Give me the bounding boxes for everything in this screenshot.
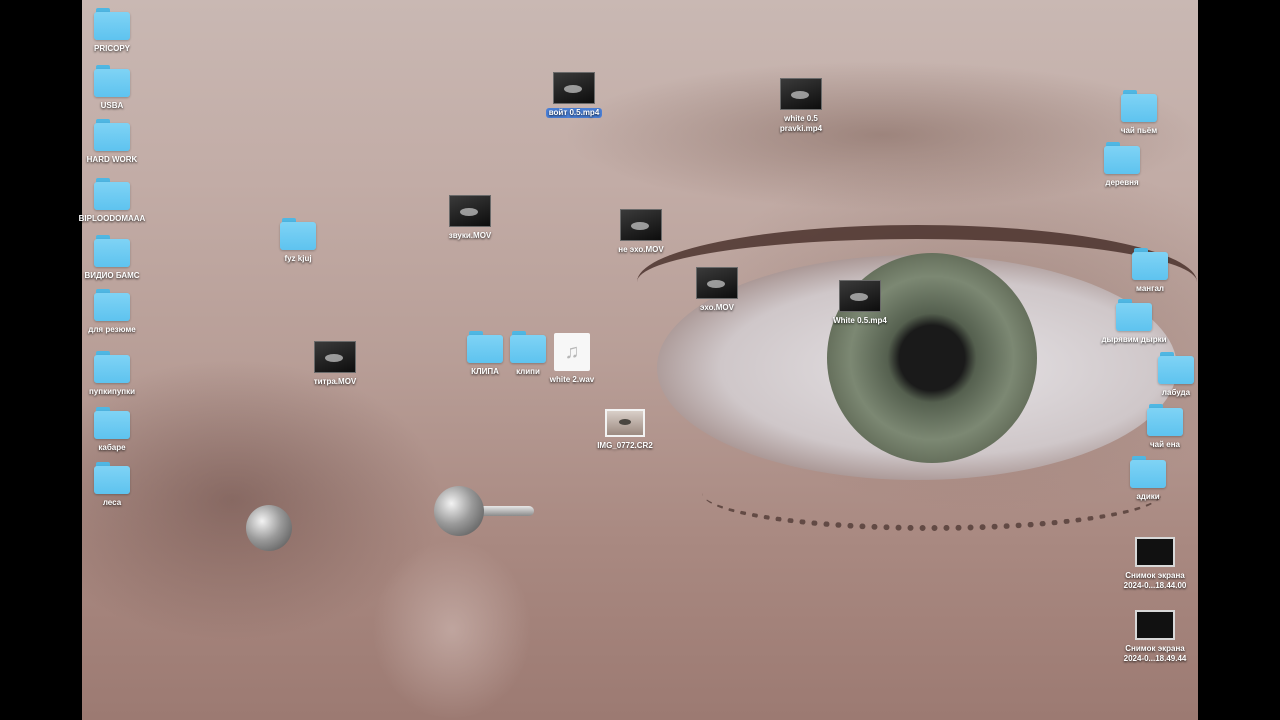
folder-icon (1116, 299, 1152, 331)
photo-thumbnail-icon (605, 409, 645, 437)
video-thumbnail-icon (839, 280, 881, 312)
folder-icon (1158, 352, 1194, 384)
desktop-icon-folder[interactable]: чай пьём (1094, 88, 1184, 136)
screenshot-thumbnail-icon (1135, 537, 1175, 567)
wallpaper-lashes (702, 455, 1162, 531)
desktop-icon-folder[interactable]: PRICOPY (67, 6, 157, 54)
folder-icon (1121, 90, 1157, 122)
desktop-icon-audio[interactable]: ♫ white 2.wav (527, 333, 617, 385)
wallpaper-piercing-ball-left (246, 505, 292, 551)
desktop-icon-folder[interactable]: пупкипупки (67, 349, 157, 397)
folder-icon (94, 351, 130, 383)
folder-icon (94, 407, 130, 439)
screenshot-thumbnail-icon (1135, 610, 1175, 640)
icon-label: дырявим дырки (1101, 335, 1167, 344)
music-note-icon: ♫ (554, 333, 590, 371)
desktop-icon-screenshot[interactable]: Снимок экрана 2024-0...18.49.44 (1110, 610, 1200, 664)
icon-label: мангал (1136, 284, 1164, 293)
icon-label: HARD WORK (86, 155, 138, 164)
icon-label: не эхо.MOV (618, 245, 664, 254)
desktop-icon-folder[interactable]: ВИДИО БАМС (67, 233, 157, 281)
desktop-icon-folder[interactable]: адики (1103, 454, 1193, 502)
folder-icon (1104, 142, 1140, 174)
video-thumbnail-icon (314, 341, 356, 373)
desktop-icon-folder[interactable]: кабаре (67, 405, 157, 453)
wallpaper-nose-highlight (372, 540, 532, 720)
icon-label: white 0.5 pravki.mp4 (779, 114, 823, 133)
icon-label: PRICOPY (93, 44, 130, 53)
icon-label: звуки.MOV (448, 231, 492, 240)
icon-label: fyz kjuj (284, 254, 312, 263)
desktop-icon-folder[interactable]: деревня (1077, 140, 1167, 188)
desktop-icon-folder[interactable]: леса (67, 460, 157, 508)
folder-icon (94, 289, 130, 321)
icon-label: Снимок экрана 2024-0...18.44.00 (1123, 571, 1187, 590)
icon-label: чай пьём (1120, 126, 1158, 135)
desktop-icon-folder[interactable]: USBA (67, 63, 157, 111)
icon-label: Снимок экрана 2024-0...18.49.44 (1123, 644, 1187, 663)
desktop-icon-video[interactable]: звуки.MOV (425, 195, 515, 241)
desktop-icon-video[interactable]: эхо.MOV (672, 267, 762, 313)
desktop-icon-folder[interactable]: для резюме (67, 287, 157, 335)
icon-label: войт 0.5.mp4 (545, 108, 603, 118)
folder-icon (94, 178, 130, 210)
desktop-icon-folder[interactable]: BIPLOODOMAAA (67, 176, 157, 224)
folder-icon (94, 119, 130, 151)
icon-label: White 0.5.mp4 (833, 316, 887, 325)
desktop-icon-video[interactable]: не эхо.MOV (596, 209, 686, 255)
folder-icon (94, 462, 130, 494)
icon-label: эхо.MOV (700, 303, 734, 312)
icon-label: IMG_0772.CR2 (597, 441, 653, 450)
desktop-icon-screenshot[interactable]: Снимок экрана 2024-0...18.44.00 (1110, 537, 1200, 591)
desktop-icon-video[interactable]: white 0.5 pravki.mp4 (756, 78, 846, 134)
icon-label: BIPLOODOMAAA (78, 214, 146, 223)
desktop-icon-video[interactable]: титра.MOV (290, 341, 380, 387)
folder-icon (1130, 456, 1166, 488)
icon-label: USBA (100, 101, 124, 110)
desktop-icon-photo[interactable]: IMG_0772.CR2 (580, 409, 670, 451)
icon-label: кабаре (98, 443, 126, 452)
desktop-icon-folder[interactable]: дырявим дырки (1089, 297, 1179, 345)
icon-label: деревня (1105, 178, 1139, 187)
desktop-icon-folder[interactable]: лабуда (1131, 350, 1221, 398)
icon-label: адики (1136, 492, 1160, 501)
folder-icon (94, 235, 130, 267)
video-thumbnail-icon (780, 78, 822, 110)
desktop-icon-video[interactable]: войт 0.5.mp4 (529, 72, 619, 118)
icon-label: лабуда (1161, 388, 1191, 397)
icon-label: чай ена (1150, 440, 1180, 449)
icon-label: ВИДИО БАМС (84, 271, 140, 280)
icon-label: леса (102, 498, 122, 507)
video-thumbnail-icon (553, 72, 595, 104)
desktop-wallpaper (82, 0, 1198, 720)
folder-icon (94, 65, 130, 97)
desktop-screen: PRICOPY USBA HARD WORK BIPLOODOMAAA ВИДИ… (0, 0, 1280, 720)
folder-icon (1132, 248, 1168, 280)
desktop-icon-folder[interactable]: fyz kjuj (253, 216, 343, 264)
icon-label: титра.MOV (313, 377, 357, 386)
desktop-icon-video[interactable]: White 0.5.mp4 (815, 280, 905, 326)
folder-icon (94, 8, 130, 40)
icon-label: white 2.wav (549, 375, 595, 384)
folder-icon (280, 218, 316, 250)
video-thumbnail-icon (620, 209, 662, 241)
icon-label: пупкипупки (88, 387, 136, 396)
icon-label: для резюме (88, 325, 136, 334)
wallpaper-piercing-ball-right (434, 486, 484, 536)
folder-icon (1147, 404, 1183, 436)
desktop-icon-folder[interactable]: чай ена (1120, 402, 1210, 450)
desktop-icon-folder[interactable]: мангал (1105, 246, 1195, 294)
desktop-icon-folder[interactable]: HARD WORK (67, 117, 157, 165)
video-thumbnail-icon (449, 195, 491, 227)
video-thumbnail-icon (696, 267, 738, 299)
